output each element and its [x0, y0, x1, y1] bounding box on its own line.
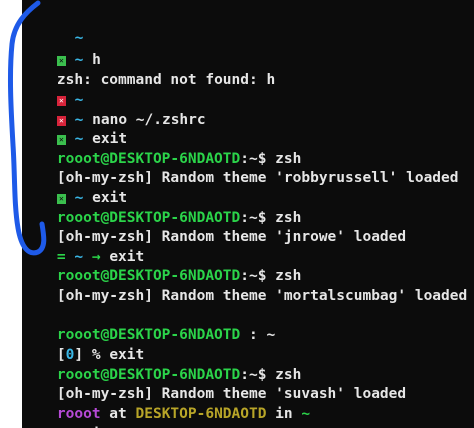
terminal-line: rooot@DESKTOP-6NDAOTD:~$ zsh — [22, 129, 301, 167]
terminal-line: [oh-my-zsh] Random theme 'suvash' loaded — [22, 364, 406, 402]
prompt-separator: : ~ — [240, 327, 276, 343]
terminal-line: [oh-my-zsh] Random theme 'jnrowe' loaded — [22, 207, 406, 245]
terminal-line: ✕ ~ exit — [22, 109, 127, 147]
in-text: in — [266, 406, 302, 422]
terminal-line: rooot@DESKTOP-6NDAOTD:~$ zsh — [22, 345, 301, 383]
terminal-line: [oh-my-zsh] Random theme 'mortalscumbag'… — [22, 266, 467, 304]
terminal-line: [oh-my-zsh] Random theme 'robbyrussell' … — [22, 148, 459, 186]
terminal-window[interactable]: ~ ✕ ~ h zsh: command not found: h ✕ ~ ✕ … — [22, 0, 474, 428]
terminal-line: ✕ ~ nano ~/.zshrc — [22, 90, 206, 128]
terminal-line: ✕ ~ — [22, 70, 83, 108]
terminal-line: ✕ ~ h — [22, 30, 101, 68]
terminal-line: ✕ ~ exit — [22, 168, 127, 206]
terminal-line: rooot@DESKTOP-6NDAOTD : ~ — [22, 305, 275, 343]
terminal-line: zsh: command not found: h — [22, 50, 275, 88]
output-text: [oh-my-zsh] Random theme 'mortalscumbag'… — [56, 288, 468, 304]
terminal-line: [0] % exit — [22, 325, 144, 363]
terminal-line: rooot at DESKTOP-6NDAOTD in ~ — [22, 384, 310, 422]
cwd: ~ — [301, 406, 311, 422]
terminal-line: = ~ → exit — [22, 227, 144, 265]
error-message: command not found: h — [100, 72, 276, 88]
hostname: DESKTOP-6NDAOTD — [135, 406, 267, 422]
terminal-line: rooot@DESKTOP-6NDAOTD:~$ zsh — [22, 246, 301, 284]
terminal-line: ~ — [22, 8, 84, 46]
terminal-line: rooot@DESKTOP-6NDAOTD:~$ zsh — [22, 188, 301, 226]
terminal-line: ○ exit — [22, 404, 109, 428]
